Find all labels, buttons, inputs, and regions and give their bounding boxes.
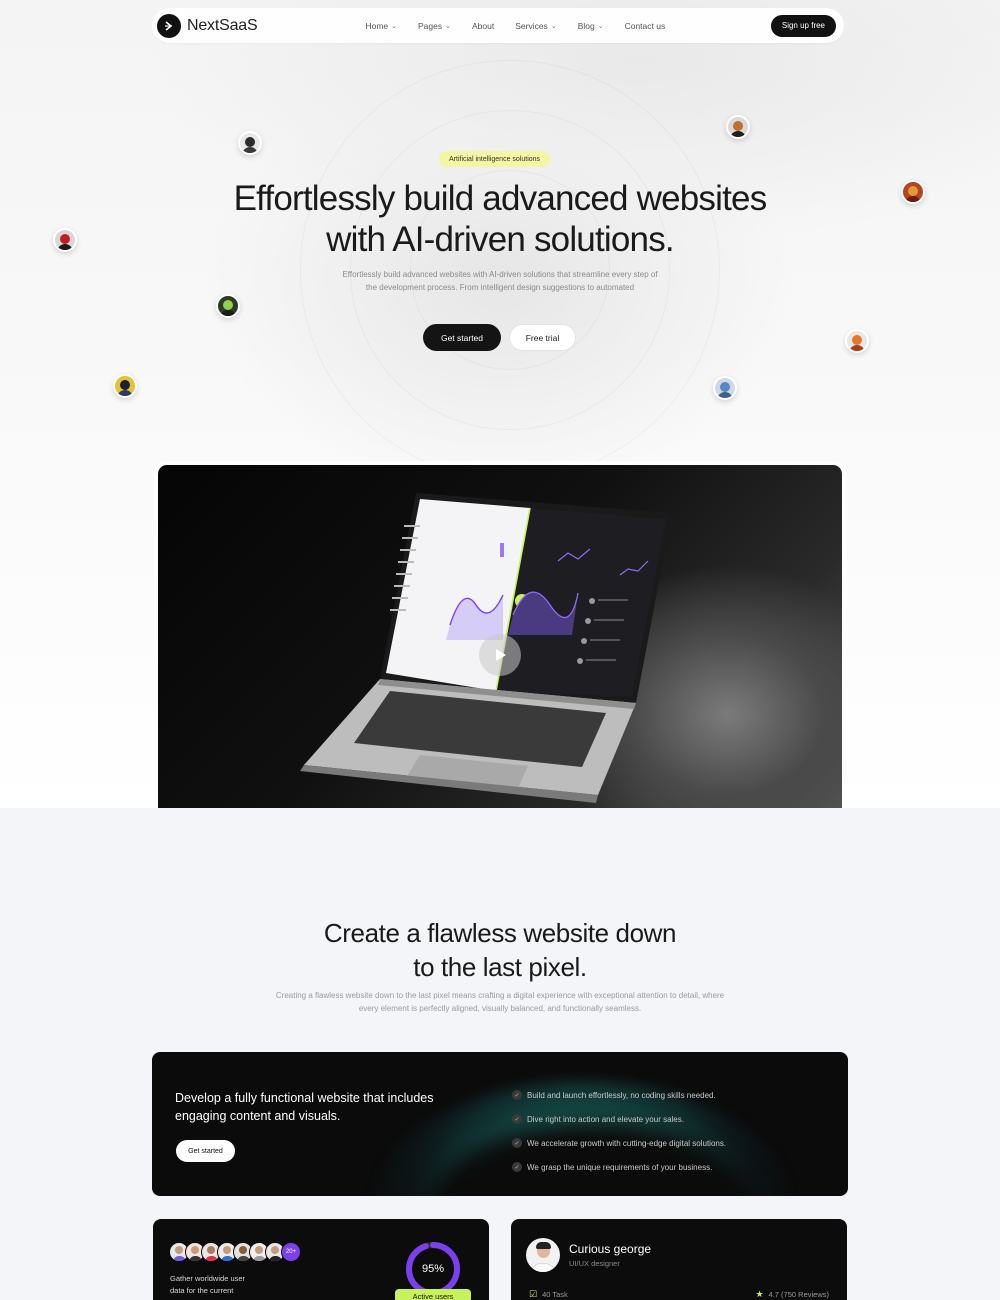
product-video[interactable] [158,465,842,808]
feature-checklist: ✓ Build and launch effortlessly, no codin… [512,1083,726,1179]
check-icon: ✓ [512,1162,522,1172]
hero-tag: Artificial intelligence solutions [439,151,551,167]
section-title-line: Create a flawless website down [323,918,677,948]
rating: ★ 4.7 (750 Reviews) [755,1289,829,1300]
nav-item-services[interactable]: Services ⌄ [515,21,556,31]
section-subtitle-line: Creating a flawless website down to the … [275,991,725,1000]
users-stat-card: 20+ Gather worldwide user data for the c… [153,1219,489,1300]
checklist-item: ✓ We grasp the unique requirements of you… [512,1155,726,1179]
task-count-text: 40 Task [542,1290,568,1299]
play-icon [496,649,506,661]
check-icon: ✓ [512,1114,522,1124]
nav-menu: Home ⌄ Pages ⌄ About Services ⌄ Blog ⌄ Conta… [365,21,686,31]
get-started-button[interactable]: Get started [176,1140,235,1162]
profile-role: UI/UX designer [569,1259,620,1268]
nav-item-contact[interactable]: Contact us [625,21,666,31]
hero-subtitle: Effortlessly build advanced websites wit… [330,268,670,294]
navbar: NextSaaS Home ⌄ Pages ⌄ About Services ⌄ Bl… [152,8,844,43]
section-title: Create a flawless website down to the la… [200,916,800,984]
feature-card-heading: Develop a fully functional website that … [175,1089,465,1125]
user-avatar-stack: 20+ [169,1242,301,1262]
logo-icon[interactable] [157,13,181,38]
chevron-down-icon: ⌄ [391,22,398,30]
free-trial-button[interactable]: Free trial [509,324,576,351]
floating-avatar [113,374,137,398]
hero-title-line: Effortlessly build advanced websites [233,179,768,218]
floating-avatar [845,329,869,353]
nav-item-label: Pages [418,20,443,31]
chevron-down-icon: ⌄ [597,22,604,30]
more-users-badge: 20+ [281,1242,301,1262]
checklist-item-text: We grasp the unique requirements of your… [527,1162,713,1172]
nav-item-pages[interactable]: Pages ⌄ [418,21,451,31]
stat-description-line: Gather worldwide user [170,1274,246,1283]
star-icon: ★ [755,1289,764,1299]
checklist-item: ✓ We accelerate growth with cutting-edge … [512,1131,726,1155]
nav-item-label: Contact us [624,20,666,31]
checklist-item: ✓ Dive right into action and elevate your… [512,1107,726,1131]
hero-title: Effortlessly build advanced websites wit… [150,178,850,260]
nav-item-label: Blog [577,20,595,31]
floating-avatar [53,228,77,252]
nav-item-about[interactable]: About [472,21,494,31]
brand-name[interactable]: NextSaaS [187,17,258,35]
stat-description: Gather worldwide user data for the curre… [170,1273,280,1297]
checklist-item: ✓ Build and launch effortlessly, no codin… [512,1083,726,1107]
chevron-down-icon: ⌄ [550,22,557,30]
floating-avatar [238,131,262,155]
nav-item-label: Services [515,20,548,31]
chevron-down-icon: ⌄ [445,22,451,30]
profile-card: Curious george UI/UX designer ☑ 40 Task ★… [511,1219,847,1300]
checklist-item-text: We accelerate growth with cutting-edge d… [527,1138,727,1148]
feature-card-heading-line: engaging content and visuals. [175,1109,341,1123]
checklist-item-text: Dive right into action and elevate your … [527,1114,684,1124]
rating-text: 4.7 (750 Reviews) [768,1290,829,1299]
section-title-line: to the last pixel. [413,952,587,982]
nav-item-label: About [472,20,495,31]
nav-item-blog[interactable]: Blog ⌄ [578,21,604,31]
checklist-item-text: Build and launch effortlessly, no coding… [527,1090,716,1100]
floating-avatar [901,180,925,204]
video-frame [154,461,846,808]
feature-card: Develop a fully functional website that … [152,1052,848,1196]
hero-title-line: with AI-driven solutions. [326,220,674,259]
avatar [526,1238,560,1272]
active-users-badge: Active users [395,1289,471,1300]
get-started-button[interactable]: Get started [423,324,501,351]
profile-name: Curious george [569,1242,652,1256]
hero-subtitle-line: the development process. From intelligen… [365,283,635,292]
nav-item-label: Home [365,20,389,31]
floating-avatar [713,376,737,400]
profile-meta: ☑ 40 Task ★ 4.7 (750 Reviews) [529,1289,829,1300]
task-icon: ☑ [529,1289,538,1299]
floating-avatar [726,115,750,139]
section-subtitle: Creating a flawless website down to the … [260,989,740,1015]
feature-card-heading-line: Develop a fully functional website that … [175,1091,434,1105]
task-count: ☑ 40 Task [529,1289,568,1300]
check-icon: ✓ [512,1090,522,1100]
floating-avatar [216,294,240,318]
hero-section: NextSaaS Home ⌄ Pages ⌄ About Services ⌄ Bl… [0,0,1000,808]
nav-item-home[interactable]: Home ⌄ [365,21,397,31]
stat-description-line: data for the current [170,1286,234,1295]
check-icon: ✓ [512,1138,522,1148]
hero-subtitle-line: Effortlessly build advanced websites wit… [342,270,658,279]
sign-up-button[interactable]: Sign up free [770,14,836,37]
play-button[interactable] [479,634,521,676]
section-subtitle-line: every element is perfectly aligned, visu… [358,1004,642,1013]
